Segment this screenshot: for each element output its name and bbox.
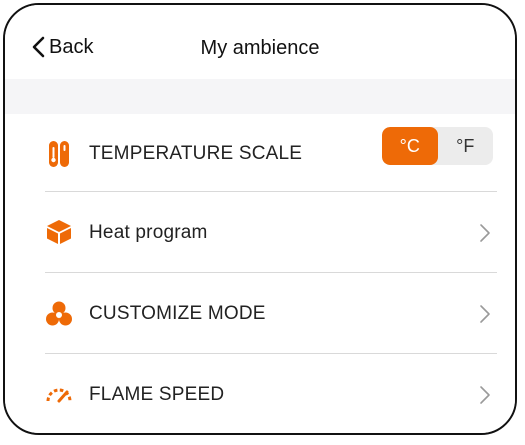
- setting-row-heat-program[interactable]: Heat program: [5, 192, 515, 273]
- fan-icon: [45, 299, 73, 327]
- chevron-right-icon: [479, 304, 491, 324]
- settings-list: TEMPERATURE SCALE °C °F Heat program CUS…: [5, 114, 515, 433]
- speedometer-icon: [45, 380, 73, 408]
- setting-label: TEMPERATURE SCALE: [89, 143, 303, 164]
- temperature-unit-toggle[interactable]: °C °F: [382, 127, 493, 165]
- nav-bar: Back My ambience: [5, 5, 515, 79]
- chevron-right-icon: [479, 385, 491, 405]
- setting-row-flame-speed[interactable]: FLAME SPEED: [5, 354, 515, 433]
- setting-label: CUSTOMIZE MODE: [89, 303, 266, 324]
- page-title: My ambience: [200, 37, 320, 59]
- screen: Back My ambience TEMPERATURE SCALE °C °F: [3, 3, 517, 435]
- setting-row-temperature-scale: TEMPERATURE SCALE °C °F: [5, 114, 515, 195]
- setting-label: FLAME SPEED: [89, 384, 225, 405]
- setting-row-customize-mode[interactable]: CUSTOMIZE MODE: [5, 273, 515, 354]
- fahrenheit-option[interactable]: °F: [438, 127, 494, 165]
- chevron-right-icon: [479, 223, 491, 243]
- box-icon: [45, 218, 73, 246]
- setting-label: Heat program: [89, 222, 208, 243]
- thermometer-icon: [45, 140, 73, 168]
- celsius-option[interactable]: °C: [382, 127, 438, 165]
